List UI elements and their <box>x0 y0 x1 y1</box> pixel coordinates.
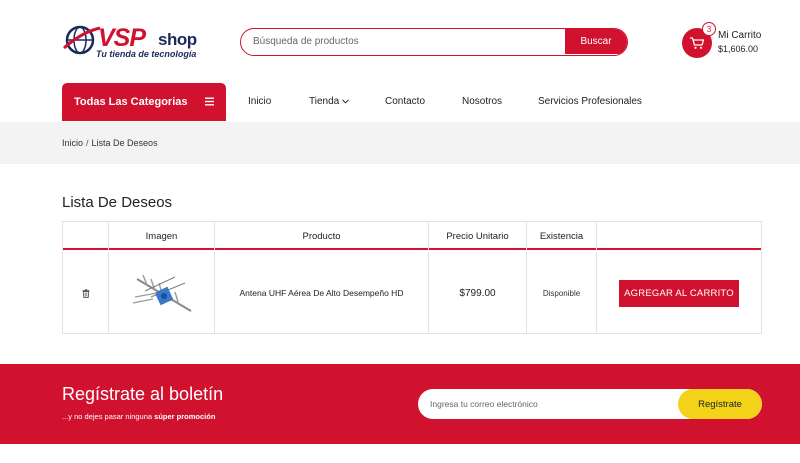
wishlist-table: Imagen Producto Precio Unitario Existenc… <box>62 221 762 334</box>
nav-item-tienda[interactable]: Tienda <box>309 96 350 107</box>
cart-title: Mi Carrito <box>718 30 762 41</box>
trash-icon[interactable] <box>82 288 90 298</box>
column-header-image: Imagen <box>109 222 215 250</box>
newsletter-subscribe-button[interactable]: Regístrate <box>678 389 762 419</box>
site-logo[interactable]: VSP shop Tu tienda de tecnología <box>62 22 204 62</box>
stock-status: Disponible <box>527 252 597 334</box>
nav-item-inicio[interactable]: Inicio <box>248 96 271 107</box>
unit-price: $799.00 <box>429 252 527 334</box>
cart-widget[interactable]: 3 Mi Carrito $1,606.00 <box>682 22 792 60</box>
newsletter-title: Regístrate al boletín <box>62 384 224 404</box>
breadcrumb-current: Lista De Deseos <box>91 138 158 148</box>
nav-item-tienda-label: Tienda <box>309 96 340 107</box>
breadcrumb-bar: Inicio / Lista De Deseos <box>0 122 800 164</box>
newsletter-section: Regístrate al boletín ...y no dejes pasa… <box>0 364 800 444</box>
remove-cell <box>63 252 109 334</box>
hamburger-menu-icon <box>205 97 214 106</box>
product-image[interactable] <box>127 267 197 319</box>
product-name[interactable]: Antena UHF Aérea De Alto Desempeño HD <box>215 252 429 334</box>
add-to-cart-button[interactable]: AGREGAR AL CARRITO <box>619 279 739 307</box>
search-input[interactable] <box>241 29 567 54</box>
site-header: VSP shop Tu tienda de tecnología Buscar … <box>0 0 800 82</box>
table-row: Antena UHF Aérea De Alto Desempeño HD $7… <box>63 252 761 334</box>
image-cell <box>109 252 215 334</box>
newsletter-form: Regístrate <box>418 389 762 419</box>
column-header-stock: Existencia <box>527 222 597 250</box>
breadcrumb-home-link[interactable]: Inicio <box>62 138 83 148</box>
logo-brand: VSP <box>98 24 146 52</box>
column-header-remove <box>63 222 109 250</box>
chevron-down-icon <box>342 99 350 104</box>
cart-count-badge: 3 <box>702 22 716 36</box>
page-title: Lista De Deseos <box>62 194 173 211</box>
column-header-price: Precio Unitario <box>429 222 527 250</box>
logo-suffix: shop <box>158 30 197 49</box>
nav-item-nosotros[interactable]: Nosotros <box>462 96 502 107</box>
table-header: Imagen Producto Precio Unitario Existenc… <box>63 222 761 250</box>
newsletter-subtitle-text: ...y no dejes pasar ninguna <box>62 412 153 421</box>
nav-item-servicios[interactable]: Servicios Profesionales <box>538 96 642 107</box>
column-header-action <box>597 222 761 250</box>
newsletter-subtitle-highlight: súper promoción <box>154 412 216 421</box>
search-bar: Buscar <box>240 28 628 56</box>
search-button[interactable]: Buscar <box>565 29 627 54</box>
newsletter-subtitle: ...y no dejes pasar ninguna súper promoc… <box>62 412 215 421</box>
column-header-product: Producto <box>215 222 429 250</box>
newsletter-email-input[interactable] <box>418 389 678 419</box>
cart-total: $1,606.00 <box>718 44 759 54</box>
breadcrumb-separator: / <box>86 138 89 148</box>
logo-tagline: Tu tienda de tecnología <box>96 49 197 59</box>
action-cell: AGREGAR AL CARRITO <box>597 252 761 334</box>
nav-item-contacto[interactable]: Contacto <box>385 96 425 107</box>
breadcrumb: Inicio / Lista De Deseos <box>62 138 158 148</box>
all-categories-button[interactable]: Todas Las Categorias <box>62 83 226 121</box>
all-categories-label: Todas Las Categorias <box>74 96 188 108</box>
main-nav: Todas Las Categorias Inicio Tienda Conta… <box>0 82 800 122</box>
